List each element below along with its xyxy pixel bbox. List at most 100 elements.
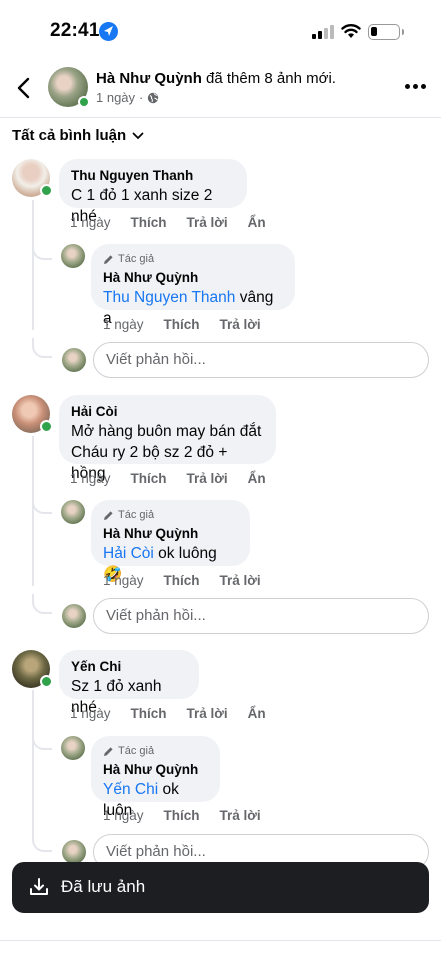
location-arrow-icon — [99, 22, 118, 41]
divider — [0, 940, 441, 941]
commenter-avatar[interactable] — [12, 395, 53, 433]
reply-input-placeholder: Viết phản hồi... — [106, 843, 206, 860]
saved-toast[interactable]: Đã lưu ảnh — [12, 862, 429, 913]
ellipsis-icon[interactable] — [405, 84, 427, 90]
reply-actions: 1 ngày Thích Trả lời — [103, 573, 281, 588]
author-badge-label: Tác giả — [118, 509, 155, 521]
reply-button[interactable]: Trả lời — [220, 573, 261, 588]
comment-bubble[interactable]: Thu Nguyen Thanh C 1 đỏ 1 xanh size 2 nh… — [59, 159, 247, 225]
pencil-icon — [104, 746, 113, 756]
hide-button[interactable]: Ẩn — [248, 215, 266, 230]
comment-text-line: Mở hàng buôn may bán đắt — [71, 423, 262, 440]
reply-author-name[interactable]: Hà Như Quỳnh — [103, 761, 208, 779]
author-avatar[interactable] — [48, 67, 90, 108]
thread-connector — [32, 730, 52, 750]
online-indicator — [40, 420, 53, 433]
online-indicator — [78, 96, 90, 108]
reply-button[interactable]: Trả lời — [187, 471, 228, 486]
status-bar: 22:41 — [0, 0, 441, 62]
reply-time: 1 ngày — [103, 573, 144, 588]
author-name[interactable]: Hà Như Quỳnh — [96, 70, 202, 87]
status-time: 22:41 — [50, 20, 100, 41]
reply-button[interactable]: Trả lời — [187, 215, 228, 230]
comment-actions: 1 ngày Thích Trả lời Ẩn — [70, 706, 286, 721]
post-meta: 1 ngày · — [96, 90, 159, 105]
comment-time: 1 ngày — [70, 215, 111, 230]
reply-bubble[interactable]: Tác giả Hà Như Quỳnh Thu Nguyen Thanh vâ… — [91, 244, 295, 327]
reply-bubble[interactable]: Tác giả Hà Như Quỳnh Yến Chi ok luôn — [91, 736, 220, 819]
like-button[interactable]: Thích — [164, 573, 200, 588]
post-title: Hà Như Quỳnh đã thêm 8 ảnh mới. — [96, 70, 396, 87]
thread-line — [32, 690, 34, 840]
reply-button[interactable]: Trả lời — [187, 706, 228, 721]
mention-tag[interactable]: Hải Còi — [103, 545, 154, 562]
pencil-icon — [104, 254, 113, 264]
post-header: Hà Như Quỳnh đã thêm 8 ảnh mới. 1 ngày · — [0, 62, 441, 118]
like-button[interactable]: Thích — [131, 706, 167, 721]
like-button[interactable]: Thích — [131, 215, 167, 230]
hide-button[interactable]: Ẩn — [248, 471, 266, 486]
comment-time: 1 ngày — [70, 706, 111, 721]
comment-actions: 1 ngày Thích Trả lời Ẩn — [70, 215, 286, 230]
author-badge-label: Tác giả — [118, 253, 155, 265]
reply-actions: 1 ngày Thích Trả lời — [103, 317, 281, 332]
reply-bubble[interactable]: Tác giả Hà Như Quỳnh Hải Còi ok luông 🤣 — [91, 500, 250, 583]
reply-time: 1 ngày — [103, 808, 144, 823]
reply-input[interactable]: Viết phản hồi... — [93, 598, 429, 634]
comment-bubble[interactable]: Yến Chi Sz 1 đỏ xanh nhé — [59, 650, 199, 716]
battery-low-icon — [368, 24, 404, 40]
hide-button[interactable]: Ẩn — [248, 706, 266, 721]
mention-tag[interactable]: Thu Nguyen Thanh — [103, 289, 235, 306]
mention-tag[interactable]: Yến Chi — [103, 781, 158, 798]
thread-connector — [32, 594, 52, 614]
like-button[interactable]: Thích — [164, 808, 200, 823]
thread-line — [32, 200, 34, 330]
online-indicator — [40, 675, 53, 688]
comment-bubble[interactable]: Hải Còi Mở hàng buôn may bán đắt Cháu ry… — [59, 395, 276, 482]
reply-time: 1 ngày — [103, 317, 144, 332]
reply-input[interactable]: Viết phản hồi... — [93, 342, 429, 378]
reply-button[interactable]: Trả lời — [220, 808, 261, 823]
like-button[interactable]: Thích — [164, 317, 200, 332]
comment-time: 1 ngày — [70, 471, 111, 486]
reply-button[interactable]: Trả lời — [220, 317, 261, 332]
thread-connector — [32, 240, 52, 260]
reply-input-placeholder: Viết phản hồi... — [106, 351, 206, 368]
toast-label: Đã lưu ảnh — [61, 877, 146, 896]
commenter-avatar[interactable] — [12, 159, 53, 197]
comment-filter-dropdown[interactable]: Tất cả bình luận — [12, 127, 144, 144]
commenter-name[interactable]: Thu Nguyen Thanh — [71, 167, 235, 185]
author-badge: Tác giả — [103, 252, 283, 266]
commenter-name[interactable]: Hải Còi — [71, 403, 264, 421]
filter-label: Tất cả bình luận — [12, 127, 127, 144]
reply-author-name[interactable]: Hà Như Quỳnh — [103, 269, 283, 287]
reply-input-placeholder: Viết phản hồi... — [106, 607, 206, 624]
chevron-left-icon[interactable] — [14, 76, 34, 100]
globe-icon — [148, 92, 159, 103]
author-reply-avatar[interactable] — [61, 500, 85, 524]
current-user-avatar — [62, 348, 86, 372]
cellular-signal-icon — [312, 25, 334, 39]
author-reply-avatar[interactable] — [61, 736, 85, 760]
comment-actions: 1 ngày Thích Trả lời Ẩn — [70, 471, 286, 486]
author-badge: Tác giả — [103, 508, 238, 522]
thread-connector — [32, 338, 52, 358]
commenter-avatar[interactable] — [12, 650, 53, 688]
current-user-avatar — [62, 604, 86, 628]
wifi-icon — [341, 24, 361, 38]
like-button[interactable]: Thích — [131, 471, 167, 486]
author-badge: Tác giả — [103, 744, 208, 758]
reply-actions: 1 ngày Thích Trả lời — [103, 808, 281, 823]
download-icon — [30, 878, 48, 895]
post-action-text: đã thêm 8 ảnh mới. — [201, 70, 336, 87]
commenter-name[interactable]: Yến Chi — [71, 658, 187, 676]
reply-author-name[interactable]: Hà Như Quỳnh — [103, 525, 238, 543]
post-time: 1 ngày — [96, 90, 136, 105]
online-indicator — [40, 184, 53, 197]
author-badge-label: Tác giả — [118, 745, 155, 757]
chevron-down-icon — [132, 132, 144, 139]
thread-line — [32, 436, 34, 586]
author-reply-avatar[interactable] — [61, 244, 85, 268]
thread-connector — [32, 832, 52, 852]
current-user-avatar — [62, 840, 86, 864]
